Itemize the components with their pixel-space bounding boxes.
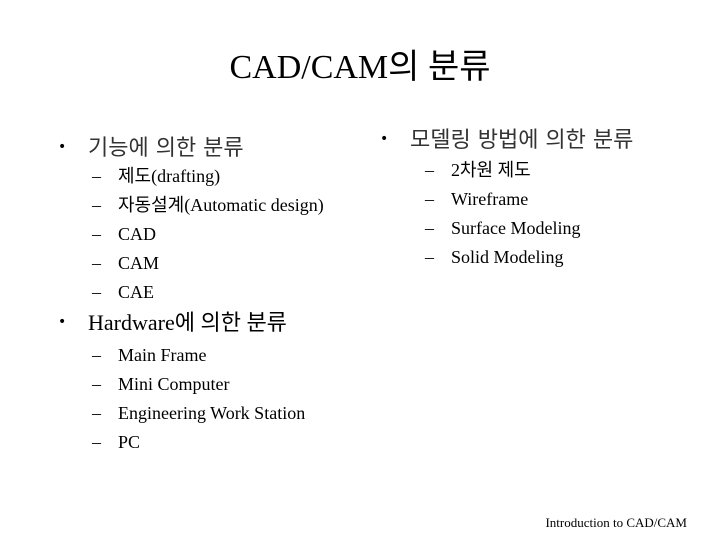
- list-item: – 제도(drafting): [92, 162, 220, 191]
- slide-footer: Introduction to CAD/CAM: [545, 515, 687, 530]
- dash-icon: –: [425, 247, 434, 267]
- dash-icon: –: [92, 195, 101, 215]
- section-heading-modeling: • 모델링 방법에 의한 분류: [380, 126, 633, 156]
- section-heading-function: • 기능에 의한 분류: [58, 134, 244, 164]
- list-item: – Wireframe: [425, 185, 528, 214]
- dash-icon: –: [92, 253, 101, 273]
- dash-icon: –: [92, 166, 101, 186]
- dash-icon: –: [425, 160, 434, 180]
- section-heading-hardware: • Hardware에 의한 분류: [58, 309, 287, 339]
- dash-icon: –: [92, 403, 101, 423]
- bullet-icon: •: [58, 138, 67, 155]
- bullet-icon: •: [380, 130, 389, 147]
- dash-icon: –: [92, 282, 101, 302]
- list-item: – CAD: [92, 220, 156, 249]
- list-item: – Engineering Work Station: [92, 399, 305, 428]
- list-item: – Mini Computer: [92, 370, 230, 399]
- list-item: – Main Frame: [92, 341, 206, 370]
- list-item: – Surface Modeling: [425, 214, 580, 243]
- dash-icon: –: [92, 432, 101, 452]
- dash-icon: –: [425, 218, 434, 238]
- list-item: – 자동설계(Automatic design): [92, 191, 324, 220]
- bullet-icon: •: [58, 313, 67, 330]
- dash-icon: –: [425, 189, 434, 209]
- dash-icon: –: [92, 345, 101, 365]
- list-item: –2차원 제도: [425, 156, 531, 185]
- dash-icon: –: [92, 224, 101, 244]
- list-item: – Solid Modeling: [425, 243, 564, 272]
- list-item: – CAE: [92, 278, 154, 307]
- dash-icon: –: [92, 374, 101, 394]
- slide-title: CAD/CAM의 분류: [229, 49, 491, 86]
- list-item: – CAM: [92, 249, 159, 278]
- list-item: – PC: [92, 428, 140, 457]
